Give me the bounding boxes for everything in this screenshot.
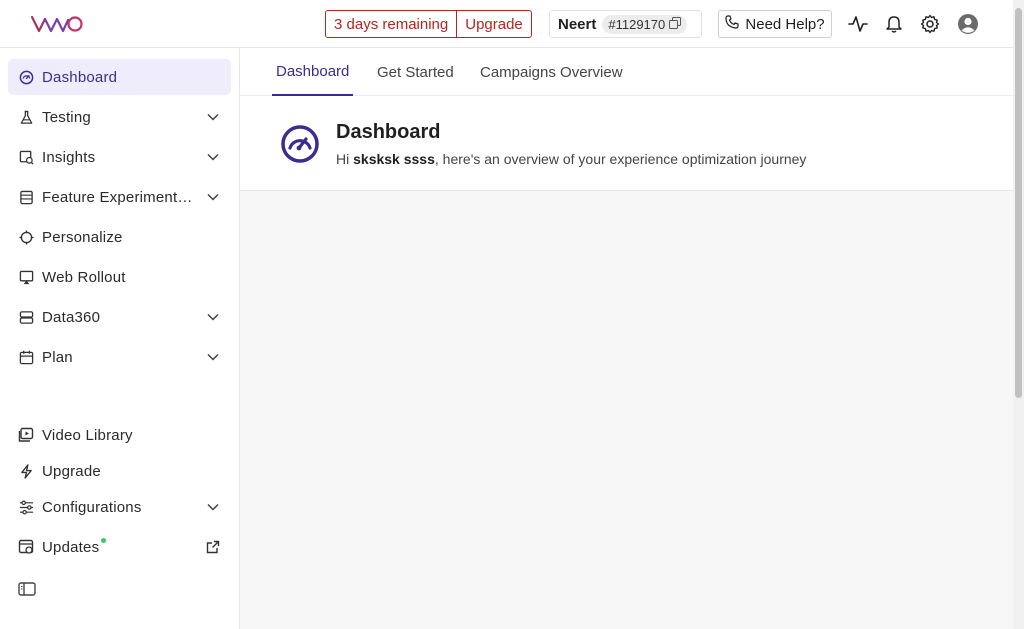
rollout-icon (18, 269, 34, 285)
chevron-down-icon[interactable] (203, 187, 223, 207)
trial-banner: 3 days remaining Upgrade (325, 10, 532, 38)
calendar-icon (18, 349, 34, 365)
sidebar-item-label: Upgrade (42, 462, 101, 480)
vwo-logo[interactable] (30, 12, 86, 36)
updates-icon (18, 539, 34, 555)
sidebar-item-label: Web Rollout (42, 268, 126, 286)
greeting-prefix: Hi (336, 151, 354, 167)
sidebar-item-feature-experimentation[interactable]: Feature Experimentation (8, 179, 231, 215)
sidebar-item-data360[interactable]: Data360 (8, 299, 231, 335)
bolt-icon (18, 463, 34, 479)
dashboard-header: Dashboard Hi sksksk ssss, here's an over… (240, 96, 1013, 191)
user-name: sksksk ssss (353, 151, 435, 167)
sidebar-item-label: Configurations (42, 498, 142, 516)
sidebar-item-label: Plan (42, 348, 73, 366)
copy-icon[interactable] (669, 16, 682, 32)
account-switcher[interactable]: Neert #1129170 (549, 10, 702, 38)
dashboard-icon (18, 69, 34, 85)
sidebar-item-dashboard[interactable]: Dashboard (8, 59, 231, 95)
chevron-down-icon[interactable] (203, 307, 223, 327)
main-content: Dashboard Get Started Campaigns Overview… (240, 48, 1013, 629)
bell-icon[interactable] (883, 13, 905, 35)
activity-icon[interactable] (847, 13, 869, 35)
user-avatar-icon[interactable] (957, 13, 979, 35)
sidebar: Dashboard Testing Insights Feature Exper… (0, 48, 240, 629)
insights-icon (18, 149, 34, 165)
tab-bar: Dashboard Get Started Campaigns Overview (240, 48, 1013, 96)
chevron-down-icon[interactable] (203, 147, 223, 167)
sidebar-item-label: Feature Experimentation (42, 188, 195, 206)
chevron-down-icon[interactable] (203, 347, 223, 367)
sidebar-item-configurations[interactable]: Configurations (8, 489, 231, 525)
sidebar-item-label: Video Library (42, 426, 133, 444)
account-id: #1129170 (608, 16, 666, 32)
flask-icon (18, 109, 34, 125)
chevron-down-icon[interactable] (203, 497, 223, 517)
target-icon (18, 229, 34, 245)
video-icon (18, 427, 34, 443)
collapse-sidebar-icon[interactable] (18, 581, 36, 597)
dashboard-icon (280, 124, 320, 164)
sidebar-item-label: Insights (42, 148, 96, 166)
sidebar-item-label: Testing (42, 108, 91, 126)
tab-get-started[interactable]: Get Started (373, 48, 458, 96)
trial-remaining-text[interactable]: 3 days remaining (326, 11, 456, 37)
top-header: 3 days remaining Upgrade Neert #1129170 … (0, 0, 1013, 48)
sidebar-item-video-library[interactable]: Video Library (8, 417, 231, 453)
tab-dashboard[interactable]: Dashboard (272, 48, 354, 96)
sidebar-item-upgrade[interactable]: Upgrade (8, 453, 231, 489)
need-help-label: Need Help? (745, 15, 825, 33)
chevron-down-icon[interactable] (203, 107, 223, 127)
page-scrollbar[interactable] (1013, 0, 1024, 629)
account-name: Neert (558, 15, 597, 33)
phone-icon (725, 15, 739, 33)
sidebar-item-personalize[interactable]: Personalize (8, 219, 231, 255)
sidebar-item-plan[interactable]: Plan (8, 339, 231, 375)
sidebar-item-testing[interactable]: Testing (8, 99, 231, 135)
sidebar-item-web-rollout[interactable]: Web Rollout (8, 259, 231, 295)
gear-icon[interactable] (919, 13, 941, 35)
greeting-suffix: , here's an overview of your experience … (434, 151, 807, 167)
external-link-icon[interactable] (203, 537, 223, 557)
need-help-button[interactable]: Need Help? (718, 10, 832, 38)
scrollbar-thumb[interactable] (1015, 8, 1022, 398)
page-title: Dashboard (336, 121, 441, 143)
greeting-text: Hi sksksk ssss, here's an overview of yo… (336, 151, 806, 167)
sidebar-item-label: Updates (42, 538, 100, 556)
tab-campaigns-overview[interactable]: Campaigns Overview (476, 48, 627, 96)
sliders-icon (18, 499, 34, 515)
upgrade-button[interactable]: Upgrade (456, 11, 531, 37)
sidebar-item-insights[interactable]: Insights (8, 139, 231, 175)
sidebar-item-updates[interactable]: Updates (8, 529, 231, 565)
sidebar-item-label: Data360 (42, 308, 101, 326)
new-update-dot (101, 538, 106, 543)
sidebar-item-label: Personalize (42, 228, 123, 246)
sidebar-item-label: Dashboard (42, 68, 118, 86)
feature-icon (18, 189, 34, 205)
database-icon (18, 309, 34, 325)
account-id-badge: #1129170 (602, 14, 688, 34)
